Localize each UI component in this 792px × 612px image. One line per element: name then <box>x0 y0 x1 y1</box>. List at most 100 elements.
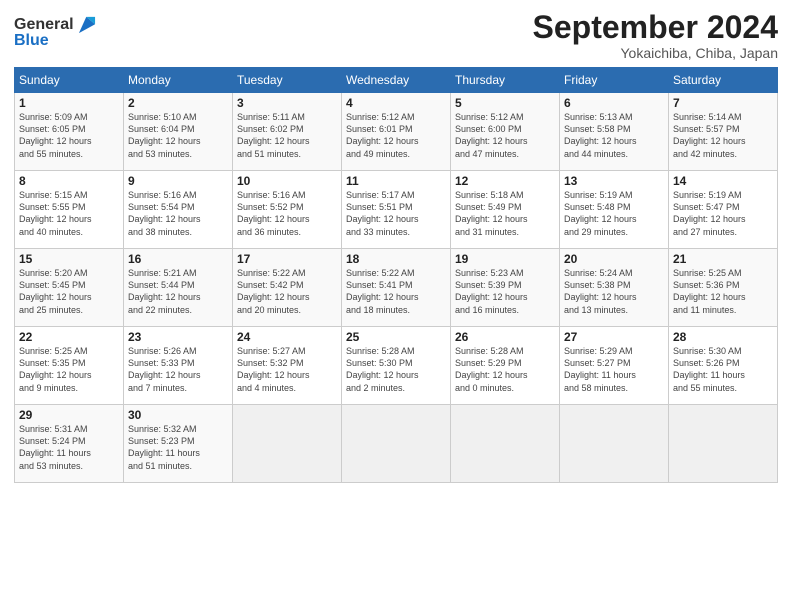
day-detail: Sunrise: 5:20 AM Sunset: 5:45 PM Dayligh… <box>19 267 119 316</box>
day-number: 17 <box>237 252 337 266</box>
calendar-cell: 3Sunrise: 5:11 AM Sunset: 6:02 PM Daylig… <box>233 93 342 171</box>
day-number: 15 <box>19 252 119 266</box>
day-number: 9 <box>128 174 228 188</box>
calendar-cell: 17Sunrise: 5:22 AM Sunset: 5:42 PM Dayli… <box>233 249 342 327</box>
logo: General Blue <box>14 14 98 50</box>
calendar-cell: 16Sunrise: 5:21 AM Sunset: 5:44 PM Dayli… <box>124 249 233 327</box>
day-number: 22 <box>19 330 119 344</box>
calendar-cell: 22Sunrise: 5:25 AM Sunset: 5:35 PM Dayli… <box>15 327 124 405</box>
day-number: 18 <box>346 252 446 266</box>
calendar-cell: 2Sunrise: 5:10 AM Sunset: 6:04 PM Daylig… <box>124 93 233 171</box>
day-detail: Sunrise: 5:25 AM Sunset: 5:36 PM Dayligh… <box>673 267 773 316</box>
calendar-cell: 7Sunrise: 5:14 AM Sunset: 5:57 PM Daylig… <box>669 93 778 171</box>
location-title: Yokaichiba, Chiba, Japan <box>533 45 778 61</box>
day-number: 27 <box>564 330 664 344</box>
calendar-cell: 28Sunrise: 5:30 AM Sunset: 5:26 PM Dayli… <box>669 327 778 405</box>
day-detail: Sunrise: 5:17 AM Sunset: 5:51 PM Dayligh… <box>346 189 446 238</box>
day-number: 28 <box>673 330 773 344</box>
day-number: 19 <box>455 252 555 266</box>
title-block: September 2024 Yokaichiba, Chiba, Japan <box>533 10 778 61</box>
day-number: 11 <box>346 174 446 188</box>
calendar-cell: 23Sunrise: 5:26 AM Sunset: 5:33 PM Dayli… <box>124 327 233 405</box>
day-number: 4 <box>346 96 446 110</box>
day-number: 29 <box>19 408 119 422</box>
header: General Blue September 2024 Yokaichiba, … <box>14 10 778 61</box>
calendar-cell: 30Sunrise: 5:32 AM Sunset: 5:23 PM Dayli… <box>124 405 233 483</box>
calendar-cell <box>669 405 778 483</box>
day-number: 20 <box>564 252 664 266</box>
col-friday: Friday <box>560 68 669 93</box>
calendar-cell: 12Sunrise: 5:18 AM Sunset: 5:49 PM Dayli… <box>451 171 560 249</box>
day-detail: Sunrise: 5:28 AM Sunset: 5:29 PM Dayligh… <box>455 345 555 394</box>
day-number: 10 <box>237 174 337 188</box>
day-number: 26 <box>455 330 555 344</box>
calendar-cell: 8Sunrise: 5:15 AM Sunset: 5:55 PM Daylig… <box>15 171 124 249</box>
day-number: 1 <box>19 96 119 110</box>
calendar-cell: 27Sunrise: 5:29 AM Sunset: 5:27 PM Dayli… <box>560 327 669 405</box>
day-number: 6 <box>564 96 664 110</box>
day-detail: Sunrise: 5:10 AM Sunset: 6:04 PM Dayligh… <box>128 111 228 160</box>
day-detail: Sunrise: 5:29 AM Sunset: 5:27 PM Dayligh… <box>564 345 664 394</box>
day-detail: Sunrise: 5:21 AM Sunset: 5:44 PM Dayligh… <box>128 267 228 316</box>
day-detail: Sunrise: 5:15 AM Sunset: 5:55 PM Dayligh… <box>19 189 119 238</box>
day-detail: Sunrise: 5:22 AM Sunset: 5:41 PM Dayligh… <box>346 267 446 316</box>
day-number: 24 <box>237 330 337 344</box>
day-number: 25 <box>346 330 446 344</box>
calendar-cell: 29Sunrise: 5:31 AM Sunset: 5:24 PM Dayli… <box>15 405 124 483</box>
day-detail: Sunrise: 5:30 AM Sunset: 5:26 PM Dayligh… <box>673 345 773 394</box>
calendar-week-3: 15Sunrise: 5:20 AM Sunset: 5:45 PM Dayli… <box>15 249 778 327</box>
day-detail: Sunrise: 5:12 AM Sunset: 6:01 PM Dayligh… <box>346 111 446 160</box>
calendar-cell: 13Sunrise: 5:19 AM Sunset: 5:48 PM Dayli… <box>560 171 669 249</box>
day-detail: Sunrise: 5:28 AM Sunset: 5:30 PM Dayligh… <box>346 345 446 394</box>
logo-blue: Blue <box>14 32 49 50</box>
day-detail: Sunrise: 5:12 AM Sunset: 6:00 PM Dayligh… <box>455 111 555 160</box>
day-number: 13 <box>564 174 664 188</box>
calendar-cell: 19Sunrise: 5:23 AM Sunset: 5:39 PM Dayli… <box>451 249 560 327</box>
day-number: 8 <box>19 174 119 188</box>
calendar-header-row: Sunday Monday Tuesday Wednesday Thursday… <box>15 68 778 93</box>
calendar-cell: 6Sunrise: 5:13 AM Sunset: 5:58 PM Daylig… <box>560 93 669 171</box>
day-detail: Sunrise: 5:25 AM Sunset: 5:35 PM Dayligh… <box>19 345 119 394</box>
day-number: 3 <box>237 96 337 110</box>
day-number: 12 <box>455 174 555 188</box>
col-wednesday: Wednesday <box>342 68 451 93</box>
day-detail: Sunrise: 5:26 AM Sunset: 5:33 PM Dayligh… <box>128 345 228 394</box>
calendar-week-1: 1Sunrise: 5:09 AM Sunset: 6:05 PM Daylig… <box>15 93 778 171</box>
month-title: September 2024 <box>533 10 778 45</box>
day-detail: Sunrise: 5:31 AM Sunset: 5:24 PM Dayligh… <box>19 423 119 472</box>
col-thursday: Thursday <box>451 68 560 93</box>
calendar-cell <box>451 405 560 483</box>
calendar-week-4: 22Sunrise: 5:25 AM Sunset: 5:35 PM Dayli… <box>15 327 778 405</box>
day-number: 23 <box>128 330 228 344</box>
day-detail: Sunrise: 5:13 AM Sunset: 5:58 PM Dayligh… <box>564 111 664 160</box>
calendar-cell <box>233 405 342 483</box>
day-number: 16 <box>128 252 228 266</box>
calendar-cell: 24Sunrise: 5:27 AM Sunset: 5:32 PM Dayli… <box>233 327 342 405</box>
calendar-cell: 11Sunrise: 5:17 AM Sunset: 5:51 PM Dayli… <box>342 171 451 249</box>
calendar-cell: 20Sunrise: 5:24 AM Sunset: 5:38 PM Dayli… <box>560 249 669 327</box>
calendar-cell: 10Sunrise: 5:16 AM Sunset: 5:52 PM Dayli… <box>233 171 342 249</box>
calendar-cell: 9Sunrise: 5:16 AM Sunset: 5:54 PM Daylig… <box>124 171 233 249</box>
day-detail: Sunrise: 5:11 AM Sunset: 6:02 PM Dayligh… <box>237 111 337 160</box>
calendar-cell: 14Sunrise: 5:19 AM Sunset: 5:47 PM Dayli… <box>669 171 778 249</box>
day-detail: Sunrise: 5:19 AM Sunset: 5:47 PM Dayligh… <box>673 189 773 238</box>
calendar-cell: 21Sunrise: 5:25 AM Sunset: 5:36 PM Dayli… <box>669 249 778 327</box>
col-tuesday: Tuesday <box>233 68 342 93</box>
calendar-cell <box>560 405 669 483</box>
day-number: 21 <box>673 252 773 266</box>
day-detail: Sunrise: 5:19 AM Sunset: 5:48 PM Dayligh… <box>564 189 664 238</box>
calendar-cell: 1Sunrise: 5:09 AM Sunset: 6:05 PM Daylig… <box>15 93 124 171</box>
calendar-week-2: 8Sunrise: 5:15 AM Sunset: 5:55 PM Daylig… <box>15 171 778 249</box>
day-number: 7 <box>673 96 773 110</box>
day-detail: Sunrise: 5:22 AM Sunset: 5:42 PM Dayligh… <box>237 267 337 316</box>
day-detail: Sunrise: 5:14 AM Sunset: 5:57 PM Dayligh… <box>673 111 773 160</box>
calendar-cell: 5Sunrise: 5:12 AM Sunset: 6:00 PM Daylig… <box>451 93 560 171</box>
day-detail: Sunrise: 5:16 AM Sunset: 5:52 PM Dayligh… <box>237 189 337 238</box>
col-saturday: Saturday <box>669 68 778 93</box>
day-number: 14 <box>673 174 773 188</box>
day-detail: Sunrise: 5:23 AM Sunset: 5:39 PM Dayligh… <box>455 267 555 316</box>
calendar-cell <box>342 405 451 483</box>
calendar-week-5: 29Sunrise: 5:31 AM Sunset: 5:24 PM Dayli… <box>15 405 778 483</box>
logo-icon <box>76 14 98 36</box>
main-container: General Blue September 2024 Yokaichiba, … <box>0 0 792 493</box>
